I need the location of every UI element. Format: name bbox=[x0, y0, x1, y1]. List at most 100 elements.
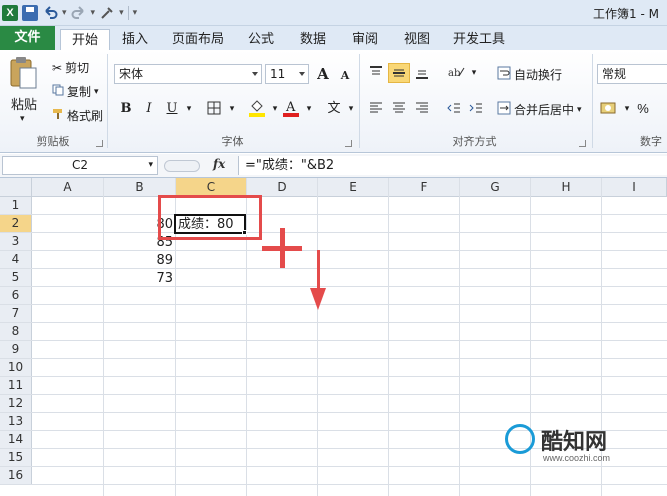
insert-function-icon[interactable]: fx bbox=[213, 157, 225, 171]
grow-font-button[interactable]: A bbox=[314, 65, 332, 83]
tab-home[interactable]: 开始 bbox=[60, 29, 110, 50]
row-header[interactable]: 6 bbox=[0, 287, 32, 305]
row-header[interactable]: 9 bbox=[0, 341, 32, 359]
fill-color-icon[interactable] bbox=[248, 98, 266, 117]
column-header[interactable]: F bbox=[389, 178, 460, 197]
undo-dropdown-icon[interactable]: ▾ bbox=[62, 8, 67, 18]
accounting-format-icon[interactable] bbox=[600, 100, 618, 118]
redo-icon[interactable] bbox=[71, 5, 87, 21]
select-all-corner[interactable] bbox=[0, 178, 32, 197]
paste-icon[interactable] bbox=[8, 56, 38, 90]
number-group-label: 数字 bbox=[640, 135, 662, 148]
annotation-plus-icon bbox=[280, 228, 285, 268]
row-header[interactable]: 2 bbox=[0, 215, 32, 233]
column-header[interactable]: G bbox=[460, 178, 531, 197]
row-header[interactable]: 8 bbox=[0, 323, 32, 341]
italic-button[interactable]: I bbox=[140, 100, 158, 118]
bold-button[interactable]: B bbox=[117, 100, 135, 118]
group-separator bbox=[359, 54, 360, 148]
row-header[interactable]: 4 bbox=[0, 251, 32, 269]
number-format-value: 常规 bbox=[602, 67, 627, 81]
redo-dropdown-icon[interactable]: ▾ bbox=[91, 8, 96, 18]
tab-developer[interactable]: 开发工具 bbox=[448, 29, 510, 50]
row-header[interactable]: 16 bbox=[0, 467, 32, 485]
phonetic-icon[interactable]: 文 bbox=[325, 100, 343, 118]
align-left-icon[interactable] bbox=[367, 100, 385, 118]
tab-file[interactable]: 文件 bbox=[0, 26, 55, 50]
align-middle-icon[interactable] bbox=[388, 63, 410, 83]
font-size-select[interactable]: 11 bbox=[265, 64, 309, 84]
watermark-url: www.coozhi.com bbox=[543, 453, 611, 463]
borders-dropdown-icon[interactable]: ▾ bbox=[223, 100, 241, 118]
orientation-dropdown-icon[interactable]: ▾ bbox=[465, 64, 483, 82]
save-icon[interactable] bbox=[22, 5, 38, 21]
alignment-launcher-icon[interactable] bbox=[579, 140, 586, 147]
cut-button[interactable]: ✂ 剪切 bbox=[52, 59, 89, 76]
cut-label: 剪切 bbox=[65, 61, 90, 75]
tools-icon[interactable] bbox=[99, 5, 115, 21]
cell-b5[interactable]: 73 bbox=[104, 270, 173, 287]
watermark: 酷知网 www.coozhi.com bbox=[505, 420, 665, 475]
font-color-dropdown-icon[interactable]: ▾ bbox=[300, 100, 318, 118]
font-color-icon[interactable]: A bbox=[282, 98, 300, 117]
paste-dropdown-icon[interactable]: ▾ bbox=[20, 114, 25, 124]
excel-logo-icon[interactable]: X bbox=[2, 5, 18, 21]
underline-button[interactable]: U bbox=[163, 100, 181, 118]
copy-dropdown-icon[interactable]: ▾ bbox=[94, 87, 99, 97]
wrap-text-button[interactable]: 自动换行 bbox=[497, 66, 562, 83]
tab-data[interactable]: 数据 bbox=[292, 29, 334, 50]
align-center-icon[interactable] bbox=[390, 100, 408, 118]
shrink-font-button[interactable]: A bbox=[336, 67, 354, 85]
row-header[interactable]: 5 bbox=[0, 269, 32, 287]
underline-dropdown-icon[interactable]: ▾ bbox=[180, 100, 198, 118]
tab-formulas[interactable]: 公式 bbox=[240, 29, 282, 50]
tab-insert[interactable]: 插入 bbox=[113, 29, 157, 50]
wrap-text-label: 自动换行 bbox=[514, 68, 563, 82]
cell-b4[interactable]: 89 bbox=[104, 252, 173, 269]
row-header[interactable]: 12 bbox=[0, 395, 32, 413]
tab-view[interactable]: 视图 bbox=[396, 29, 438, 50]
percent-button[interactable]: % bbox=[634, 100, 652, 118]
merge-center-button[interactable]: 合并后居中 ▾ bbox=[497, 101, 582, 118]
tab-page-layout[interactable]: 页面布局 bbox=[165, 29, 231, 50]
column-header[interactable]: E bbox=[318, 178, 389, 197]
customize-qat-icon[interactable]: ▾ bbox=[133, 8, 138, 18]
name-box-dropdown-icon[interactable]: ▾ bbox=[148, 157, 153, 174]
column-header[interactable]: A bbox=[32, 178, 104, 197]
clipboard-launcher-icon[interactable] bbox=[96, 140, 103, 147]
paste-button[interactable]: 粘贴 bbox=[11, 94, 37, 113]
align-right-icon[interactable] bbox=[413, 100, 431, 118]
undo-icon[interactable] bbox=[42, 5, 58, 21]
column-header[interactable]: I bbox=[602, 178, 667, 197]
row-header[interactable]: 3 bbox=[0, 233, 32, 251]
formula-bar-resize-handle[interactable] bbox=[164, 160, 200, 172]
formula-input[interactable]: ="成绩："&B2 bbox=[238, 156, 667, 175]
row-header[interactable]: 1 bbox=[0, 197, 32, 215]
row-header[interactable]: 11 bbox=[0, 377, 32, 395]
paintbrush-icon bbox=[52, 108, 64, 123]
copy-button[interactable]: 复制 ▾ bbox=[52, 83, 99, 100]
ribbon-tabs: 文件 开始 插入 页面布局 公式 数据 审阅 视图 开发工具 bbox=[0, 26, 667, 50]
tab-review[interactable]: 审阅 bbox=[344, 29, 386, 50]
increase-indent-icon[interactable] bbox=[467, 100, 485, 118]
phonetic-dropdown-icon[interactable]: ▾ bbox=[342, 100, 360, 118]
row-header[interactable]: 14 bbox=[0, 431, 32, 449]
row-header[interactable]: 15 bbox=[0, 449, 32, 467]
row-header[interactable]: 10 bbox=[0, 359, 32, 377]
decrease-indent-icon[interactable] bbox=[445, 100, 463, 118]
name-box[interactable]: C2 ▾ bbox=[2, 156, 158, 175]
tools-dropdown-icon[interactable]: ▾ bbox=[119, 8, 124, 18]
row-header[interactable]: 7 bbox=[0, 305, 32, 323]
column-header[interactable]: H bbox=[531, 178, 602, 197]
row-header[interactable]: 13 bbox=[0, 413, 32, 431]
borders-icon[interactable] bbox=[205, 100, 223, 118]
font-name-select[interactable]: 宋体 bbox=[114, 64, 262, 84]
align-bottom-icon[interactable] bbox=[413, 64, 431, 82]
number-format-select[interactable]: 常规 bbox=[597, 64, 667, 84]
merge-dropdown-icon[interactable]: ▾ bbox=[577, 105, 582, 115]
merge-center-icon bbox=[497, 101, 511, 118]
format-painter-button[interactable]: 格式刷 bbox=[52, 107, 103, 124]
align-top-icon[interactable] bbox=[367, 64, 385, 82]
font-launcher-icon[interactable] bbox=[345, 140, 352, 147]
orientation-icon[interactable]: ab bbox=[447, 64, 465, 82]
